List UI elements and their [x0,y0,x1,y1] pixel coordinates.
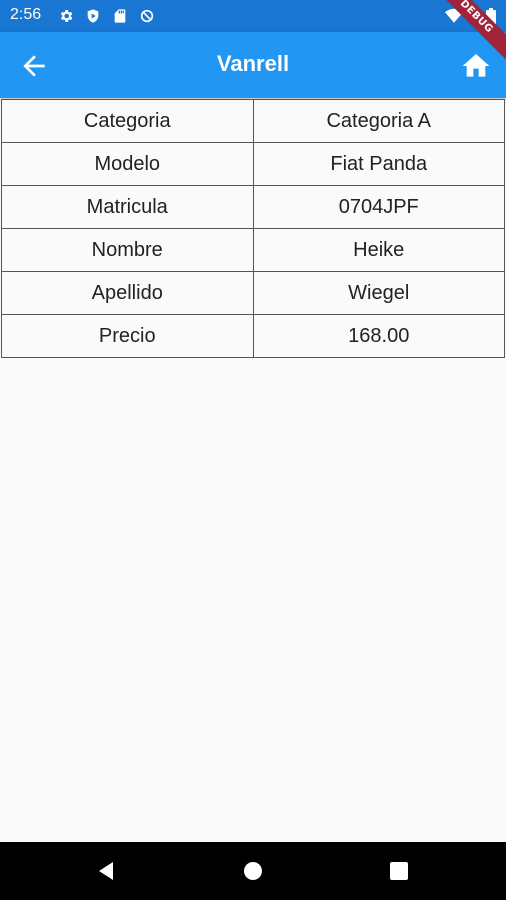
nav-recents-icon[interactable] [390,862,408,880]
detail-value: 168.00 [252,314,505,358]
screen: 2:56 DEBUG Vanrell Categoria Categoria A… [0,0,506,900]
detail-label: Categoria [1,99,254,143]
details-table: Categoria Categoria A Modelo Fiat Panda … [1,99,505,358]
detail-label: Precio [1,314,254,358]
status-bar: 2:56 [0,0,506,32]
shield-icon [87,9,99,23]
table-row: Matricula 0704JPF [1,185,505,229]
nav-back-icon[interactable] [96,861,116,881]
detail-value: Wiegel [252,271,505,315]
app-bar: Vanrell [0,32,506,98]
nav-home-icon[interactable] [243,861,263,881]
detail-label: Nombre [1,228,254,272]
data-saver-icon [140,9,154,23]
detail-value: Heike [252,228,505,272]
home-icon [462,54,490,77]
navigation-bar [0,842,506,900]
home-button[interactable] [460,50,492,82]
table-row: Apellido Wiegel [1,271,505,315]
table-row: Precio 168.00 [1,314,505,358]
detail-value: Categoria A [252,99,505,143]
detail-value: Fiat Panda [252,142,505,186]
table-row: Nombre Heike [1,228,505,272]
detail-label: Modelo [1,142,254,186]
sd-card-icon [114,9,126,23]
detail-label: Matricula [1,185,254,229]
table-row: Categoria Categoria A [1,99,505,143]
status-time: 2:56 [10,6,42,23]
detail-label: Apellido [1,271,254,315]
settings-icon [60,10,73,22]
detail-value: 0704JPF [252,185,505,229]
table-row: Modelo Fiat Panda [1,142,505,186]
app-title: Vanrell [216,51,290,76]
